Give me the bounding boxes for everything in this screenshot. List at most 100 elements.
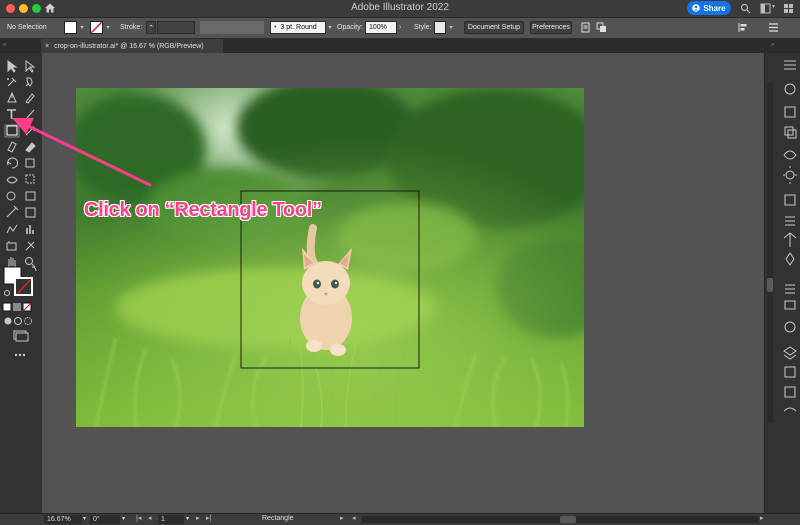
appearance-panel-icon[interactable] — [785, 170, 795, 180]
stroke-panel-icon[interactable] — [785, 252, 795, 266]
direct-selection-tool-icon[interactable] — [25, 60, 36, 73]
links-panel-icon[interactable] — [783, 407, 797, 412]
current-tool-name: Rectangle — [262, 515, 294, 522]
mesh-tool-icon[interactable] — [25, 207, 36, 218]
column-graph-tool-icon[interactable] — [26, 225, 34, 234]
color-mode-icon[interactable] — [2, 302, 12, 312]
default-colors-icon[interactable] — [4, 290, 10, 296]
brushes-panel-icon[interactable] — [784, 126, 794, 136]
screen-mode-icon-back — [15, 332, 29, 342]
status-bar: 16.67% ▾ 0° ▾ |◂ ◂ 1 ▾ ▸ ▸| Rectangle ▸ … — [0, 513, 800, 525]
zoom-chevron-down-icon[interactable]: ▾ — [83, 515, 86, 522]
swatches-panel-icon[interactable] — [784, 106, 796, 118]
workspace-icon[interactable] — [760, 3, 771, 14]
first-artboard-icon[interactable]: |◂ — [136, 514, 141, 522]
artboard-chevron-down-icon[interactable]: ▾ — [186, 515, 189, 522]
document-setup-button[interactable]: Document Setup — [464, 21, 524, 34]
panel-menu-icon[interactable] — [768, 22, 779, 33]
panel-scrollbar[interactable] — [767, 83, 773, 423]
collapse-panel-icon[interactable]: « — [3, 42, 6, 48]
transform-panel-icon[interactable] — [783, 232, 797, 247]
share-label: Share — [703, 3, 726, 13]
search-icon[interactable] — [740, 3, 751, 14]
stroke-weight-input[interactable] — [157, 21, 195, 34]
collapse-right-panel-icon[interactable]: » — [771, 42, 774, 48]
scroll-right-icon[interactable]: ▸ — [760, 514, 764, 522]
align-panel-icon[interactable] — [785, 216, 795, 226]
graphic-styles-panel-icon[interactable] — [784, 194, 796, 206]
previous-artboard-icon[interactable]: ◂ — [148, 514, 152, 522]
symbols-panel-icon[interactable] — [783, 150, 797, 160]
brush-definition-select[interactable]: • 3 pt. Round — [270, 21, 326, 34]
stroke-label: Stroke: — [120, 24, 143, 31]
user-icon — [692, 4, 701, 12]
annotation-arrow — [12, 118, 152, 187]
artboard-number-select[interactable]: 1 — [158, 515, 184, 524]
opacity-label: Opacity: — [337, 24, 363, 31]
align-icon[interactable] — [738, 22, 749, 33]
draw-normal-icon[interactable] — [4, 317, 12, 325]
rotation-select[interactable]: 0° — [90, 515, 120, 524]
title-bar: Adobe Illustrator 2022 Share ▾ — [0, 0, 800, 18]
next-artboard-icon[interactable]: ▸ — [196, 514, 200, 522]
brush-dropdown[interactable]: ▾ — [326, 21, 334, 34]
zoom-level-value: 16.67% — [47, 516, 71, 523]
style-label: Style: — [414, 24, 432, 31]
swap-colors-icon[interactable] — [31, 266, 37, 272]
rotation-value: 0° — [93, 516, 100, 523]
artboards-panel-icon[interactable] — [784, 386, 796, 398]
brush-definition-value: 3 pt. Round — [280, 24, 317, 31]
share-button[interactable]: Share — [687, 1, 731, 15]
lasso-tool-icon[interactable] — [25, 77, 33, 87]
color-panel-icon[interactable] — [784, 83, 796, 95]
opacity-chevron-icon[interactable]: › — [399, 24, 401, 31]
panel-scrollbar-thumb[interactable] — [767, 278, 773, 292]
gradient-mode-icon[interactable] — [13, 303, 21, 311]
transparency-panel-icon[interactable] — [784, 321, 796, 333]
fill-swatch[interactable] — [64, 21, 77, 34]
arrange-documents-icon[interactable] — [783, 3, 794, 14]
character-panel-icon[interactable] — [785, 284, 795, 294]
fill-dropdown[interactable]: ▾ — [78, 21, 86, 34]
scroll-left-icon[interactable]: ◂ — [352, 514, 356, 522]
magic-wand-tool-icon[interactable] — [7, 77, 17, 87]
status-menu-arrow-icon[interactable]: ▸ — [340, 514, 344, 522]
graphic-style-swatch[interactable] — [434, 21, 446, 34]
stroke-swatch[interactable] — [90, 21, 103, 34]
rotation-chevron-down-icon[interactable]: ▾ — [122, 515, 125, 522]
edit-toolbar-icon[interactable] — [14, 353, 26, 357]
properties-panel-icon[interactable] — [784, 60, 796, 70]
last-artboard-icon[interactable]: ▸| — [206, 514, 211, 522]
eyedropper-tool-icon[interactable] — [6, 205, 19, 218]
slice-tool-icon[interactable] — [25, 241, 35, 251]
preferences-button[interactable]: Preferences — [530, 21, 572, 34]
variable-width-profile[interactable] — [200, 21, 264, 34]
style-dropdown[interactable]: ▾ — [447, 21, 455, 34]
panel-icons — [783, 60, 797, 412]
artboard-number-value: 1 — [161, 516, 165, 523]
stroke-dropdown[interactable]: ▾ — [104, 21, 112, 34]
artboard-tool-icon[interactable] — [6, 241, 17, 251]
layers-panel-icon[interactable] — [783, 346, 797, 360]
app-title: Adobe Illustrator 2022 — [351, 2, 449, 13]
zoom-tool-icon[interactable] — [25, 257, 33, 265]
tab-document-label: crop-on-illustrator.ai* @ 16.67 % (RGB/P… — [54, 42, 204, 50]
arrange-icon[interactable] — [596, 22, 607, 33]
draw-behind-icon[interactable] — [14, 317, 22, 325]
tab-close-icon[interactable]: × — [45, 43, 49, 50]
control-bar: No Selection ▾ ▾ Stroke: ⌃ • 3 pt. Round … — [0, 18, 800, 39]
libraries-panel-icon[interactable] — [784, 300, 796, 310]
hand-tool-icon[interactable] — [7, 257, 17, 269]
zoom-level-select[interactable]: 16.67% — [44, 515, 82, 524]
selection-tool-icon[interactable] — [7, 60, 18, 73]
document-icon[interactable] — [580, 22, 591, 33]
tab-document[interactable]: × crop-on-illustrator.ai* @ 16.67 % (RGB… — [41, 39, 223, 53]
chevron-down-icon[interactable]: ▾ — [772, 3, 775, 10]
draw-inside-icon[interactable] — [24, 317, 32, 325]
blend-tool-icon[interactable] — [6, 224, 18, 234]
document-tab-bar: « » × crop-on-illustrator.ai* @ 16.67 % … — [0, 39, 800, 53]
stroke-weight-stepper[interactable]: ⌃ — [146, 21, 156, 34]
opacity-input[interactable]: 100% — [365, 21, 397, 34]
horizontal-scrollbar-thumb[interactable] — [560, 516, 576, 523]
export-panel-icon[interactable] — [784, 366, 796, 378]
